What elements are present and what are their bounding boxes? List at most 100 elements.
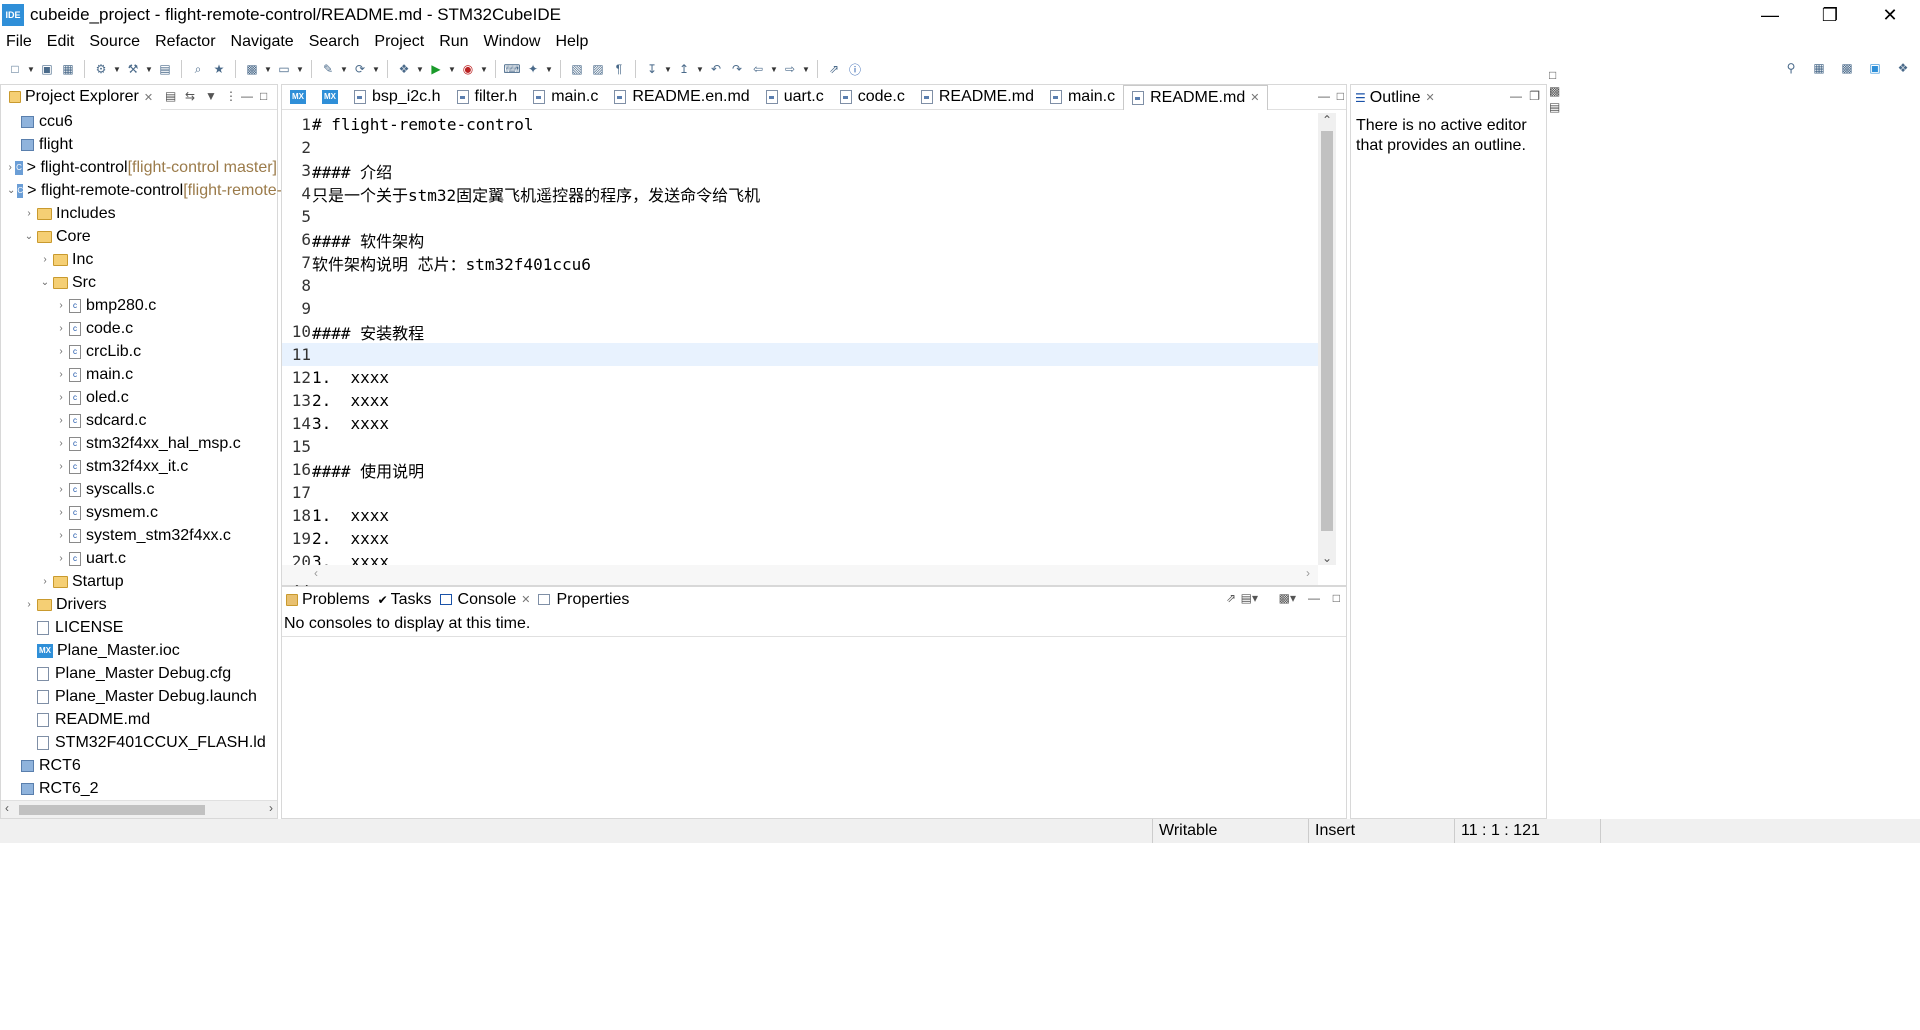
new-icon[interactable]: □ (6, 60, 24, 78)
tree-item[interactable]: › c sdcard.c (1, 409, 277, 432)
last-edit-icon[interactable]: ↶ (707, 60, 725, 78)
save-all-icon[interactable]: ▦ (59, 60, 77, 78)
chevron-right-icon[interactable]: › (39, 576, 51, 587)
search-icon[interactable]: ⚲ (1782, 59, 1800, 77)
code-line[interactable]: 1 # flight-remote-control (282, 113, 1318, 136)
minimize-button[interactable]: — (1740, 0, 1800, 30)
tree-item[interactable]: ⌄ Src (1, 271, 277, 294)
prev-annotation-icon[interactable]: ↥ (675, 60, 693, 78)
editor-tab[interactable]: bsp_i2c.h (346, 85, 449, 110)
editor-tab[interactable]: code.c (832, 85, 913, 110)
open-folder-dropdown-icon[interactable]: ▼ (296, 65, 304, 74)
tree-item[interactable]: Plane_Master Debug.cfg (1, 662, 277, 685)
open-type-icon[interactable]: ▩ (243, 60, 261, 78)
chevron-right-icon[interactable]: › (55, 300, 67, 311)
tab-console[interactable]: Console ✕ (435, 587, 535, 612)
tree-item[interactable]: › Startup (1, 570, 277, 593)
restore-icon[interactable]: □ (1549, 68, 1569, 84)
menu-file[interactable]: File (6, 33, 32, 51)
code-line[interactable]: 6 #### 软件架构 (282, 228, 1318, 251)
chevron-right-icon[interactable]: › (55, 507, 67, 518)
tree-item[interactable]: › Drivers (1, 593, 277, 616)
code-line[interactable]: 12 1. xxxx (282, 366, 1318, 389)
scroll-left-icon[interactable]: ‹ (314, 566, 318, 580)
menu-run[interactable]: Run (439, 33, 468, 51)
maximize-view-icon[interactable]: □ (260, 89, 267, 103)
editor-tab[interactable]: README.md ✕ (1123, 84, 1269, 110)
close-icon[interactable]: ✕ (521, 593, 530, 606)
menu-window[interactable]: Window (484, 33, 541, 51)
maximize-view-icon[interactable]: □ (1333, 591, 1340, 605)
tree-item[interactable]: flight (1, 133, 277, 156)
close-icon[interactable]: ✕ (144, 91, 153, 104)
view-menu-icon[interactable]: ⋮ (225, 89, 237, 103)
menu-navigate[interactable]: Navigate (231, 33, 294, 51)
editor-tab[interactable]: README.en.md (606, 85, 757, 110)
close-icon[interactable]: ✕ (1425, 91, 1434, 104)
chevron-right-icon[interactable]: › (55, 323, 67, 334)
chevron-right-icon[interactable]: › (23, 599, 35, 610)
code-line[interactable]: 8 (282, 274, 1318, 297)
menu-refactor[interactable]: Refactor (155, 33, 215, 51)
chevron-right-icon[interactable]: › (55, 392, 67, 403)
build-targets-icon[interactable]: ▩ (1549, 84, 1569, 100)
code-line[interactable]: 5 (282, 205, 1318, 228)
debug-perspective-icon[interactable]: ❖ (1894, 59, 1912, 77)
back-icon[interactable]: ⇦ (749, 60, 767, 78)
code-line[interactable]: 11 (282, 343, 1318, 366)
tree-item[interactable]: › c code.c (1, 317, 277, 340)
menu-edit[interactable]: Edit (47, 33, 75, 51)
collapse-all-icon[interactable]: ▤ (165, 89, 176, 103)
chevron-right-icon[interactable]: › (7, 162, 13, 173)
tree-item[interactable]: RCT6 (1, 754, 277, 777)
tab-outline[interactable]: ☰ Outline ✕ (1351, 85, 1439, 110)
external-tools-dropdown-icon[interactable]: ▼ (480, 65, 488, 74)
cpp-perspective-icon[interactable]: ▩ (1838, 59, 1856, 77)
chevron-down-icon[interactable]: ⌄ (7, 185, 15, 196)
tree-item[interactable]: › c system_stm32f4xx.c (1, 524, 277, 547)
chevron-right-icon[interactable]: › (55, 346, 67, 357)
mx-perspective-icon[interactable]: ▣ (1866, 59, 1884, 77)
code-line[interactable]: 19 2. xxxx (282, 527, 1318, 550)
tree-item[interactable]: ⌄ Core (1, 225, 277, 248)
open-folder-icon[interactable]: ▭ (275, 60, 293, 78)
code-line[interactable]: 17 (282, 481, 1318, 504)
tree-item[interactable]: › Inc (1, 248, 277, 271)
build-hammer-icon[interactable]: ⚒ (124, 60, 142, 78)
back-dropdown-icon[interactable]: ▼ (770, 65, 778, 74)
explorer-horizontal-scrollbar[interactable]: ‹ › (1, 800, 277, 818)
prev-annotation-dropdown-icon[interactable]: ▼ (696, 65, 704, 74)
tree-item[interactable]: LICENSE (1, 616, 277, 639)
next-annotation-dropdown-icon[interactable]: ▼ (664, 65, 672, 74)
mark-occurrences-icon[interactable]: ▧ (568, 60, 586, 78)
wand-icon[interactable]: ✦ (524, 60, 542, 78)
link-editor-icon[interactable]: ⇆ (185, 89, 195, 103)
scroll-right-icon[interactable]: › (1306, 566, 1310, 580)
search-files-icon[interactable]: ⌕ (189, 60, 207, 78)
code-line[interactable]: 2 (282, 136, 1318, 159)
close-icon[interactable]: ✕ (1250, 91, 1259, 104)
tree-item[interactable]: › c stm32f4xx_hal_msp.c (1, 432, 277, 455)
tree-item[interactable]: › c crcLib.c (1, 340, 277, 363)
chevron-right-icon[interactable]: › (55, 438, 67, 449)
code-line[interactable]: 7 软件架构说明 芯片：stm32f401ccu6 (282, 251, 1318, 274)
editor-tab[interactable]: uart.c (758, 85, 832, 110)
chevron-down-icon[interactable]: ⌄ (23, 231, 35, 242)
build-dropdown-icon[interactable]: ▼ (145, 65, 153, 74)
tree-item[interactable]: › Includes (1, 202, 277, 225)
scroll-down-icon[interactable]: ⌄ (1322, 551, 1332, 565)
save-icon[interactable]: ▣ (38, 60, 56, 78)
editor-tab[interactable]: MX (314, 85, 346, 110)
chevron-right-icon[interactable]: › (55, 553, 67, 564)
pin-console-icon[interactable]: ⇗ (1226, 591, 1236, 605)
code-line[interactable]: 16 #### 使用说明 (282, 458, 1318, 481)
chevron-right-icon[interactable]: › (39, 254, 51, 265)
forward-icon[interactable]: ⇨ (781, 60, 799, 78)
open-console-icon[interactable]: ▩▾ (1279, 591, 1296, 605)
open-perspective-icon[interactable]: ⌨ (503, 60, 521, 78)
chevron-right-icon[interactable]: › (55, 461, 67, 472)
chevron-down-icon[interactable]: ⌄ (39, 277, 51, 288)
chevron-right-icon[interactable]: › (55, 369, 67, 380)
tree-item[interactable]: › c oled.c (1, 386, 277, 409)
filter-icon[interactable]: ▼ (205, 89, 217, 103)
